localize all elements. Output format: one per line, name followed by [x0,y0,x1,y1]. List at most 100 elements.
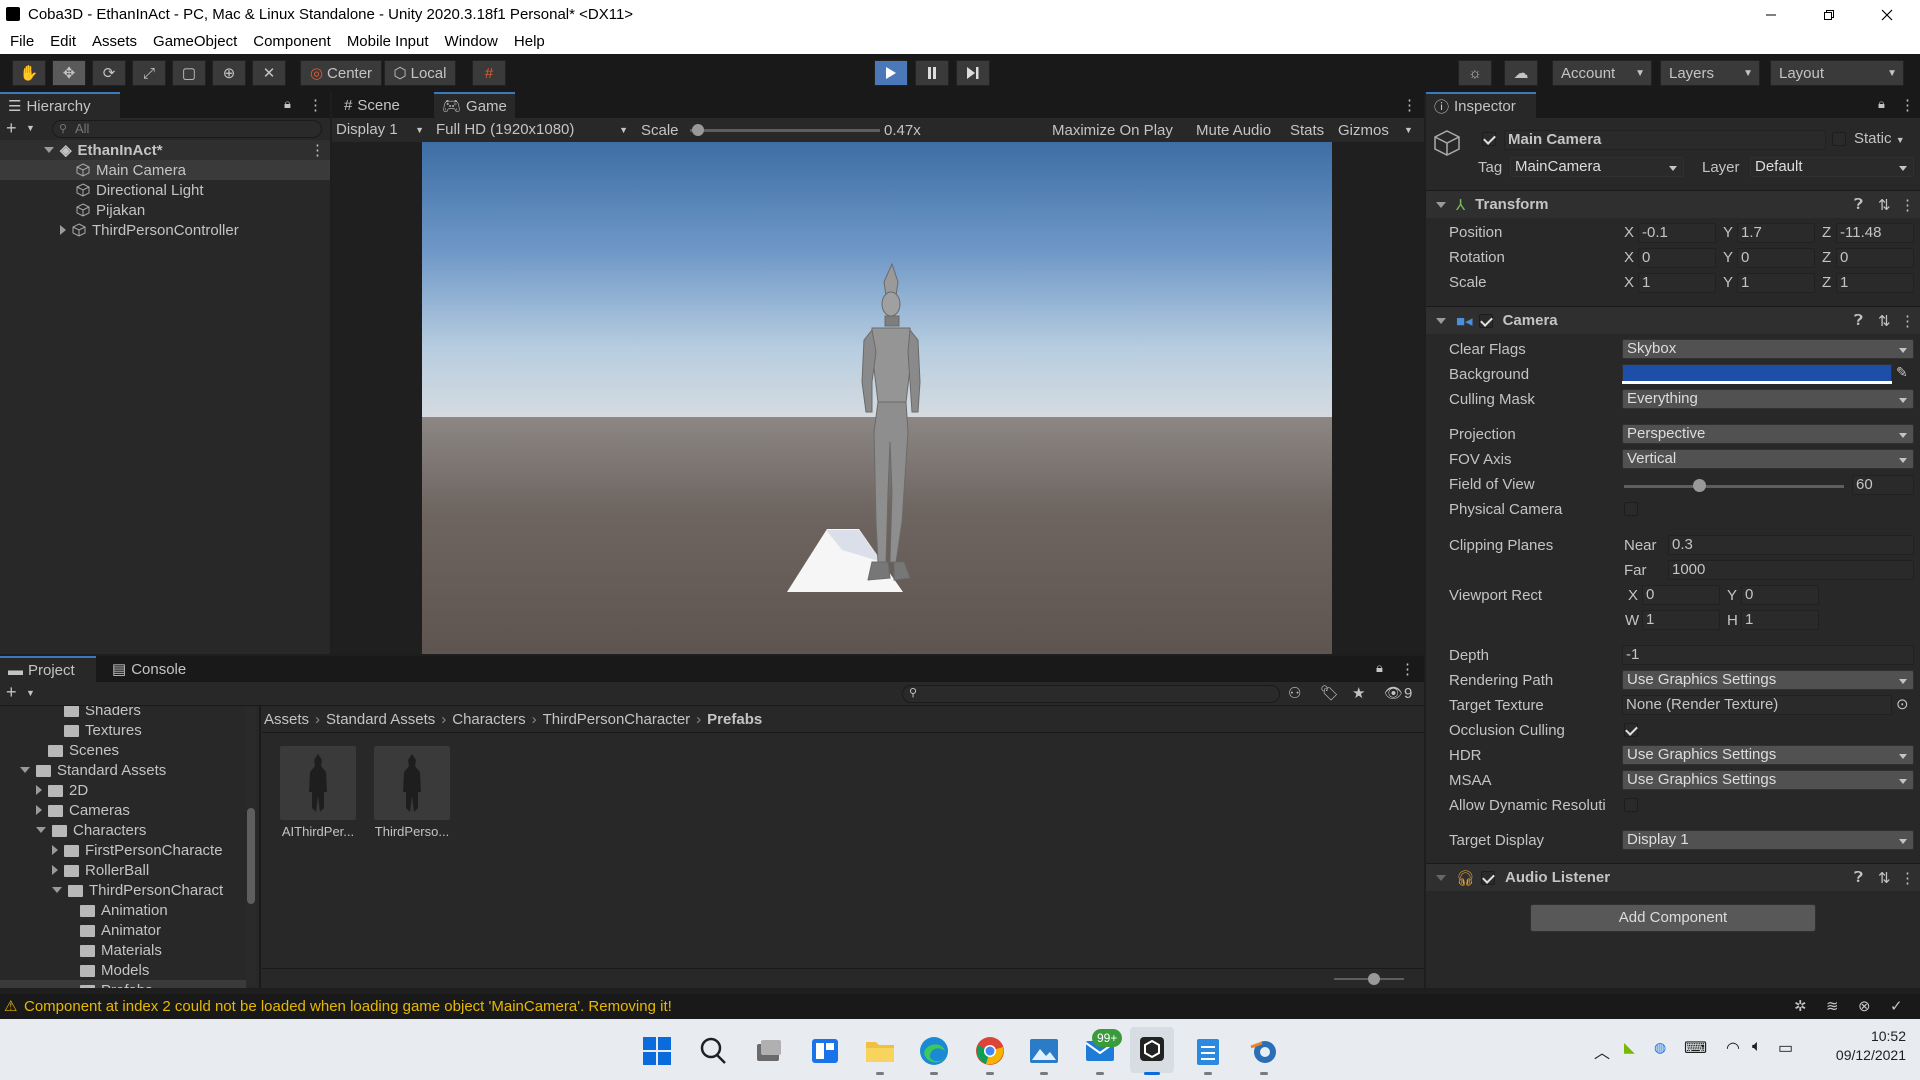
fov-axis-dropdown[interactable]: Vertical [1622,449,1914,469]
rotate-tool-button[interactable]: ⟳ [92,60,126,86]
cache-icon[interactable]: ≋ [1826,997,1839,1015]
asset-tile[interactable]: ThirdPerso... [374,746,450,842]
help-icon[interactable]: ❓︎ [1854,196,1863,213]
position-x-field[interactable]: -0.1 [1638,223,1716,243]
asset-tile[interactable]: AIThirdPer... [280,746,356,842]
layers-dropdown[interactable]: Layers ▼ [1660,60,1760,86]
tab-project[interactable]: ▬ Project [0,656,96,682]
far-field[interactable]: 1000 [1668,560,1914,580]
menu-file[interactable]: File [0,33,42,50]
folder-tree-item[interactable]: FirstPersonCharacte [0,840,246,860]
gizmos-toggle[interactable]: Gizmos [1338,122,1389,139]
chevron-up-icon[interactable]: ︿ [1594,1039,1610,1063]
expanded-arrow-icon[interactable] [36,827,46,833]
keyboard-icon[interactable]: ⌨ [1684,1038,1707,1058]
add-icon[interactable]: + [6,118,17,139]
clock[interactable]: 10:52 09/12/2021 [1826,1028,1906,1063]
asset-size-slider-handle[interactable] [1368,973,1380,985]
search-by-type-icon[interactable]: ⚇ [1288,684,1301,702]
menu-edit[interactable]: Edit [42,33,84,50]
step-button[interactable] [956,60,990,86]
hierarchy-item-pijakan[interactable]: Pijakan [0,200,145,220]
clear-flags-dropdown[interactable]: Skybox [1622,339,1914,359]
preset-icon[interactable]: ⇅ [1878,312,1891,330]
lock-icon[interactable]: 🔒︎ [1878,96,1885,112]
transform-header[interactable]: ⅄ Transform ❓︎ ⇅ ⋮ [1426,190,1920,218]
rotation-x-field[interactable]: 0 [1638,248,1716,268]
tab-game[interactable]: 🎮︎ Game [434,92,515,118]
status-warning-text[interactable]: Component at index 2 could not be loaded… [24,998,672,1015]
layer-dropdown[interactable]: Default [1750,157,1914,177]
collapsed-arrow-icon[interactable] [52,865,58,875]
move-tool-button[interactable]: ✥ [52,60,86,86]
collapsed-arrow-icon[interactable] [52,845,58,855]
menu-window[interactable]: Window [437,33,506,50]
rotation-z-field[interactable]: 0 [1836,248,1914,268]
custom-tool-button[interactable]: ✕ [252,60,286,86]
static-checkbox[interactable] [1832,132,1846,146]
dynamic-resolution-checkbox[interactable] [1624,798,1638,812]
folder-tree-item[interactable]: RollerBall [0,860,246,880]
position-z-field[interactable]: -11.48 [1836,223,1914,243]
blender-icon[interactable] [1248,1035,1280,1067]
culling-mask-dropdown[interactable]: Everything [1622,389,1914,409]
cloud-button[interactable]: ☁ [1504,60,1538,86]
occlusion-culling-checkbox[interactable] [1624,723,1638,737]
kebab-menu-icon[interactable]: ⋮ [1900,312,1915,330]
audio-listener-checkbox[interactable] [1481,870,1496,885]
hierarchy-search-input[interactable]: ⚲ All [52,120,322,138]
folder-tree-item[interactable]: Shaders [0,706,246,720]
tab-scene[interactable]: # Scene [336,92,408,118]
account-dropdown[interactable]: Account ▼ [1552,60,1652,86]
maximize-on-play-toggle[interactable]: Maximize On Play [1052,122,1173,139]
project-search-input[interactable]: ⚲ [902,685,1280,703]
kebab-menu-icon[interactable]: ⋮ [1900,869,1915,887]
restore-button[interactable] [1800,0,1858,29]
grid-snap-button[interactable]: # [472,60,506,86]
folder-tree-item[interactable]: Standard Assets [0,760,246,780]
debug-icon[interactable]: ✲ [1794,997,1807,1015]
menu-component[interactable]: Component [245,33,339,50]
close-button[interactable] [1858,0,1916,29]
search-icon[interactable] [698,1036,728,1066]
kebab-menu-icon[interactable]: ⋮ [310,141,325,159]
stats-toggle[interactable]: Stats [1290,122,1324,139]
minimize-button[interactable] [1742,0,1800,29]
kebab-menu-icon[interactable]: ⋮ [1900,196,1915,214]
hand-tool-button[interactable]: ✋ [12,60,46,86]
folder-tree-item[interactable]: Characters [0,820,246,840]
hierarchy-item-main-camera[interactable]: Main Camera [0,160,330,180]
widgets-icon[interactable] [810,1036,840,1066]
breadcrumb-standard-assets[interactable]: Standard Assets [326,711,435,728]
expand-arrow-icon[interactable] [60,225,66,235]
check-icon[interactable]: ✓ [1890,997,1903,1015]
collapsed-arrow-icon[interactable] [36,805,42,815]
folder-tree-item[interactable]: Cameras [0,800,246,820]
collapsed-arrow-icon[interactable] [36,785,42,795]
windows-start-icon[interactable] [642,1036,672,1066]
folder-tree-item[interactable]: 2D [0,780,246,800]
scene-root-row[interactable]: ◈ EthanInAct* ⋮ [0,140,330,160]
object-name-field[interactable]: Main Camera [1504,130,1826,150]
add-component-button[interactable]: Add Component [1530,904,1816,932]
services-button[interactable]: ☼ [1458,60,1492,86]
breadcrumb-thirdpersoncharacter[interactable]: ThirdPersonCharacter [543,711,691,728]
pause-button[interactable] [915,60,949,86]
help-icon[interactable]: ❓︎ [1854,869,1863,886]
scale-tool-button[interactable]: ⤢ [132,60,166,86]
file-explorer-icon[interactable] [864,1036,896,1066]
nvidia-icon[interactable]: ◣ [1624,1039,1635,1056]
display-dropdown[interactable]: Display 1 ▼ [336,120,428,140]
tab-hierarchy[interactable]: ☰ Hierarchy [0,92,120,118]
collapse-arrow-icon[interactable] [1436,201,1446,208]
pivot-center-toggle[interactable]: ◎ Center [300,60,382,86]
search-by-label-icon[interactable]: 🏷︎ [1320,684,1339,702]
fov-slider-handle[interactable] [1693,479,1706,492]
near-field[interactable]: 0.3 [1668,535,1914,555]
tab-inspector[interactable]: ⓘ Inspector [1426,92,1536,118]
task-view-icon[interactable] [754,1036,784,1066]
transform-tool-button[interactable]: ⊕ [212,60,246,86]
tree-scrollbar-thumb[interactable] [247,808,255,904]
folder-tree-item[interactable]: Models [0,960,246,980]
folder-tree-item[interactable]: Animation [0,900,246,920]
